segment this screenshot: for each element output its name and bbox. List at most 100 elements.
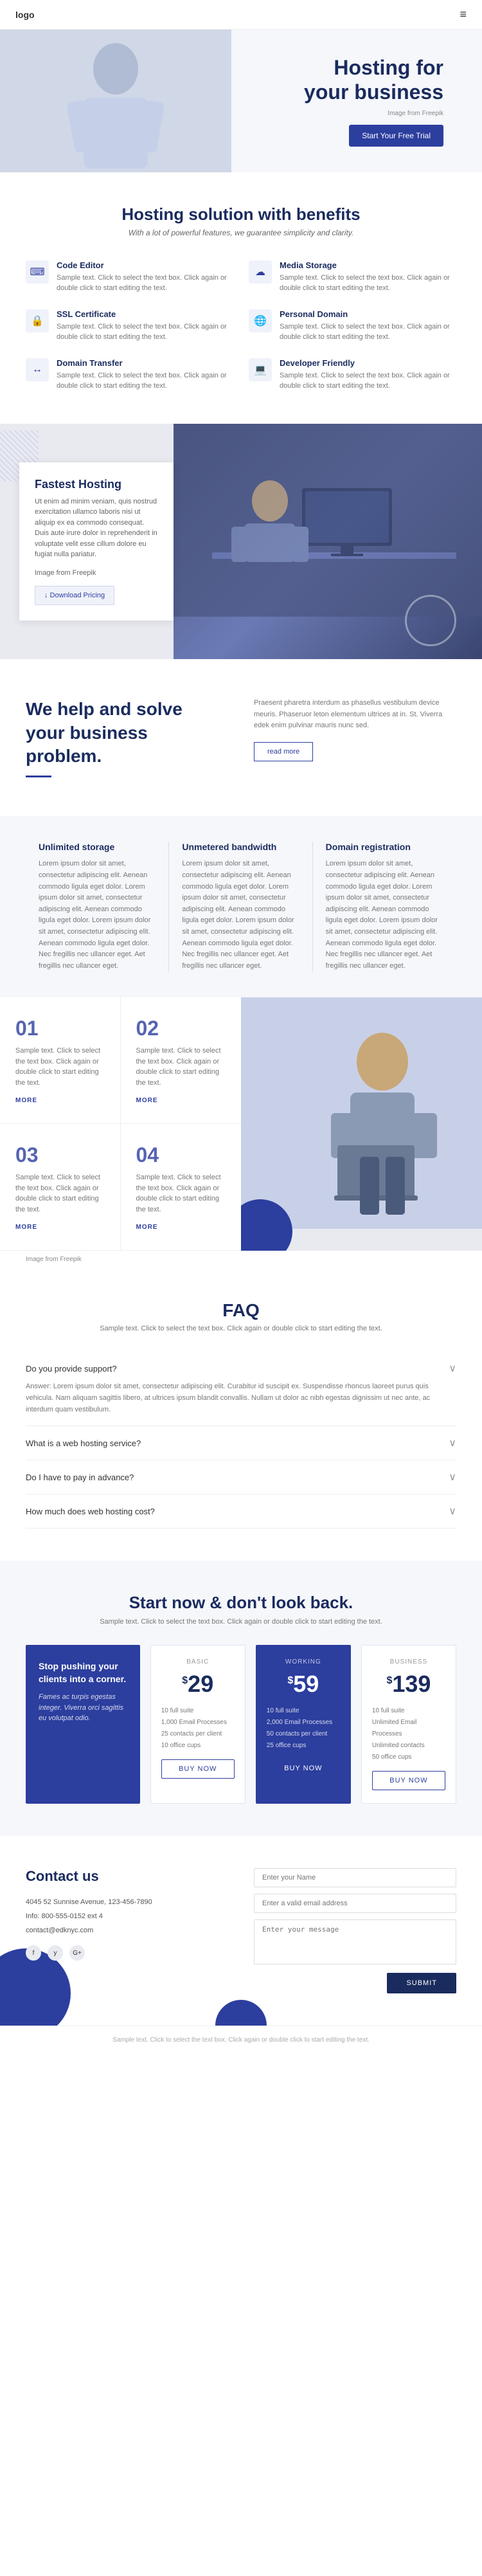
contact-submit-button[interactable]: SUBMIT	[387, 1973, 456, 1993]
hero-person-svg	[64, 33, 167, 168]
faq-chevron-3: ∨	[449, 1505, 456, 1518]
numbered-item-1: 02 Sample text. Click to select the text…	[121, 997, 242, 1124]
numbered-wrapper: 01 Sample text. Click to select the text…	[0, 997, 482, 1268]
hero-content: Hosting for your business Image from Fre…	[304, 55, 443, 147]
faq-question-1[interactable]: What is a web hosting service? ∨	[26, 1437, 456, 1449]
numbered-grid: 01 Sample text. Click to select the text…	[0, 997, 241, 1251]
pricing-card-business: BUSINESS $139 10 full suite Unlimited Em…	[361, 1645, 456, 1804]
num-link-3[interactable]: MORE	[136, 1224, 158, 1231]
benefits-section: Hosting solution with benefits With a lo…	[0, 172, 482, 424]
pricing-price-2: $139	[372, 1671, 445, 1698]
help-left: We help and solve your business problem.	[26, 698, 228, 777]
buy-basic-button[interactable]: BUY NOW	[161, 1759, 235, 1779]
benefit-item-4: ↔ Domain Transfer Sample text. Click to …	[26, 358, 233, 392]
faq-chevron-1: ∨	[449, 1437, 456, 1449]
contact-form: SUBMIT	[254, 1868, 456, 1993]
circle-decoration	[405, 595, 456, 646]
feature-item-0: Unlimited storage Lorem ipsum dolor sit …	[26, 842, 169, 972]
fastest-credit: Image from Freepik	[35, 568, 158, 579]
googleplus-icon[interactable]: G+	[69, 1945, 85, 1961]
faq-item-3: How much does web hosting cost? ∨	[26, 1494, 456, 1528]
read-more-button[interactable]: read more	[254, 742, 313, 761]
pricing-cta-subtitle: Sample text. Click to select the text bo…	[26, 1618, 456, 1626]
num-1: 02	[136, 1017, 226, 1040]
code-editor-icon: ⌨	[26, 260, 49, 284]
benefit-text-3: Sample text. Click to select the text bo…	[280, 322, 456, 343]
hero-cta-button[interactable]: Start Your Free Trial	[349, 125, 443, 147]
num-link-0[interactable]: MORE	[15, 1097, 37, 1104]
benefit-text-2: Sample text. Click to select the text bo…	[57, 322, 233, 343]
help-right: Praesent pharetra interdum as phasellus …	[254, 698, 456, 761]
benefit-item-3: 🌐 Personal Domain Sample text. Click to …	[249, 309, 456, 343]
numbered-image-panel	[241, 997, 482, 1251]
faq-question-2[interactable]: Do I have to pay in advance? ∨	[26, 1471, 456, 1483]
num-text-3: Sample text. Click to select the text bo…	[136, 1172, 226, 1215]
contact-message-input[interactable]	[254, 1919, 456, 1964]
benefit-title-5: Developer Friendly	[280, 358, 456, 368]
footer-text: Sample text. Click to select the text bo…	[26, 2036, 456, 2044]
contact-title: Contact us	[26, 1868, 228, 1885]
num-text-2: Sample text. Click to select the text bo…	[15, 1172, 105, 1215]
help-underline	[26, 776, 51, 777]
feature-text-0: Lorem ipsum dolor sit amet, consectetur …	[39, 858, 156, 972]
hero-title: Hosting for your business	[304, 55, 443, 105]
numbered-image-credit: Image from Freepik	[0, 1251, 482, 1268]
num-link-2[interactable]: MORE	[15, 1224, 37, 1231]
pricing-cta-title: Start now & don't look back.	[26, 1593, 456, 1613]
faq-question-text-1: What is a web hosting service?	[26, 1438, 141, 1448]
contact-name-input[interactable]	[254, 1868, 456, 1887]
buy-working-button[interactable]: BUY NOW	[267, 1759, 340, 1777]
benefit-item-1: ☁ Media Storage Sample text. Click to se…	[249, 260, 456, 294]
navbar: logo ≡	[0, 0, 482, 30]
download-pricing-button[interactable]: ↓ Download Pricing	[35, 586, 114, 605]
pricing-left-card: Stop pushing your clients into a corner.…	[26, 1645, 140, 1804]
faq-chevron-0: ∨	[449, 1362, 456, 1375]
media-storage-icon: ☁	[249, 260, 272, 284]
feature-item-1: Unmetered bandwidth Lorem ipsum dolor si…	[169, 842, 312, 972]
num-link-1[interactable]: MORE	[136, 1097, 158, 1104]
contact-address: 4045 52 Sunnise Avenue, 123-456-7890	[26, 1895, 228, 1909]
faq-question-0[interactable]: Do you provide support? ∨	[26, 1362, 456, 1375]
pricing-cta-section: Start now & don't look back. Sample text…	[0, 1561, 482, 1836]
contact-section: Contact us 4045 52 Sunnise Avenue, 123-4…	[0, 1836, 482, 2026]
footer: Sample text. Click to select the text bo…	[0, 2026, 482, 2054]
benefit-title-4: Domain Transfer	[57, 358, 233, 368]
contact-email-input[interactable]	[254, 1894, 456, 1913]
fastest-description: Ut enim ad minim veniam, quis nostrud ex…	[35, 496, 158, 560]
benefit-text-1: Sample text. Click to select the text bo…	[280, 273, 456, 294]
faq-question-3[interactable]: How much does web hosting cost? ∨	[26, 1505, 456, 1518]
faq-title: FAQ	[26, 1300, 456, 1321]
help-section: We help and solve your business problem.…	[0, 659, 482, 816]
benefits-title: Hosting solution with benefits	[26, 204, 456, 224]
contact-left: Contact us 4045 52 Sunnise Avenue, 123-4…	[26, 1868, 228, 1993]
menu-icon[interactable]: ≡	[460, 8, 467, 21]
buy-business-button[interactable]: BUY NOW	[372, 1771, 445, 1790]
benefit-text-0: Sample text. Click to select the text bo…	[57, 273, 233, 294]
numbered-item-2: 03 Sample text. Click to select the text…	[0, 1124, 121, 1251]
feature-title-2: Domain registration	[326, 842, 443, 852]
ssl-icon: 🔒	[26, 309, 49, 332]
benefits-grid: ⌨ Code Editor Sample text. Click to sele…	[26, 260, 456, 392]
benefit-title-0: Code Editor	[57, 260, 233, 270]
numbered-section: 01 Sample text. Click to select the text…	[0, 997, 482, 1251]
facebook-icon[interactable]: f	[26, 1945, 41, 1961]
feature-title-0: Unlimited storage	[39, 842, 156, 852]
faq-item-0: Do you provide support? ∨ Answer: Lorem …	[26, 1352, 456, 1426]
help-description: Praesent pharetra interdum as phasellus …	[254, 698, 456, 732]
feature-title-1: Unmetered bandwidth	[182, 842, 299, 852]
hero-image-credit: Image from Freepik	[304, 110, 443, 117]
pricing-cards: Stop pushing your clients into a corner.…	[26, 1645, 456, 1804]
benefit-item-0: ⌨ Code Editor Sample text. Click to sele…	[26, 260, 233, 294]
numbered-item-0: 01 Sample text. Click to select the text…	[0, 997, 121, 1124]
hero-image	[0, 30, 231, 172]
benefit-item-2: 🔒 SSL Certificate Sample text. Click to …	[26, 309, 233, 343]
developer-icon: 💻	[249, 358, 272, 381]
benefit-text-4: Sample text. Click to select the text bo…	[57, 370, 233, 392]
feature-text-2: Lorem ipsum dolor sit amet, consectetur …	[326, 858, 443, 972]
help-title: We help and solve your business problem.	[26, 698, 228, 768]
benefit-title-3: Personal Domain	[280, 309, 456, 319]
twitter-icon[interactable]: y	[48, 1945, 63, 1961]
pricing-price-0: $29	[161, 1671, 235, 1698]
benefit-text-5: Sample text. Click to select the text bo…	[280, 370, 456, 392]
faq-question-text-2: Do I have to pay in advance?	[26, 1473, 134, 1482]
